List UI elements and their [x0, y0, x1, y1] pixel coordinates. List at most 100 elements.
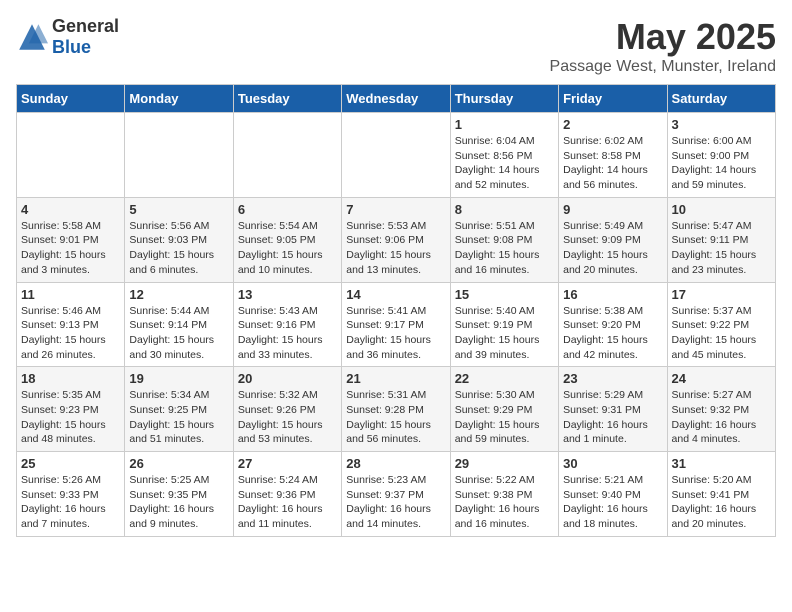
logo-general: General [52, 16, 119, 37]
day-info: Sunrise: 5:37 AMSunset: 9:22 PMDaylight:… [672, 304, 771, 363]
day-number: 8 [455, 202, 554, 217]
day-info: Sunrise: 5:41 AMSunset: 9:17 PMDaylight:… [346, 304, 445, 363]
calendar-table: SundayMondayTuesdayWednesdayThursdayFrid… [16, 84, 776, 537]
week-row-1: 1 Sunrise: 6:04 AMSunset: 8:56 PMDaylight… [17, 113, 776, 198]
day-number: 31 [672, 456, 771, 471]
calendar-cell: 7 Sunrise: 5:53 AMSunset: 9:06 PMDaylight… [342, 197, 450, 282]
day-info: Sunrise: 5:38 AMSunset: 9:20 PMDaylight:… [563, 304, 662, 363]
day-info: Sunrise: 5:30 AMSunset: 9:29 PMDaylight:… [455, 388, 554, 447]
day-info: Sunrise: 5:49 AMSunset: 9:09 PMDaylight:… [563, 219, 662, 278]
logo-blue: Blue [52, 37, 119, 58]
day-number: 2 [563, 117, 662, 132]
header-tuesday: Tuesday [233, 85, 341, 113]
calendar-cell: 4 Sunrise: 5:58 AMSunset: 9:01 PMDaylight… [17, 197, 125, 282]
calendar-cell: 21Sunrise: 5:31 AMSunset: 9:28 PMDayligh… [342, 367, 450, 452]
calendar-cell: 19Sunrise: 5:34 AMSunset: 9:25 PMDayligh… [125, 367, 233, 452]
week-row-2: 4 Sunrise: 5:58 AMSunset: 9:01 PMDaylight… [17, 197, 776, 282]
day-info: Sunrise: 6:04 AMSunset: 8:56 PMDaylight:… [455, 134, 554, 193]
day-info: Sunrise: 5:56 AMSunset: 9:03 PMDaylight:… [129, 219, 228, 278]
month-title: May 2025 [550, 16, 776, 58]
day-info: Sunrise: 5:24 AMSunset: 9:36 PMDaylight:… [238, 473, 337, 532]
week-row-5: 25 Sunrise: 5:26 AMSunset: 9:33 PMDayligh… [17, 452, 776, 537]
day-number: 20 [238, 371, 337, 386]
calendar-cell: 28Sunrise: 5:23 AMSunset: 9:37 PMDayligh… [342, 452, 450, 537]
day-info: Sunrise: 5:32 AMSunset: 9:26 PMDaylight:… [238, 388, 337, 447]
calendar-cell: 31Sunrise: 5:20 AMSunset: 9:41 PMDayligh… [667, 452, 775, 537]
day-number: 1 [455, 117, 554, 132]
day-info: Sunrise: 5:44 AMSunset: 9:14 PMDaylight:… [129, 304, 228, 363]
logo: General Blue [16, 16, 119, 58]
calendar-cell: 23Sunrise: 5:29 AMSunset: 9:31 PMDayligh… [559, 367, 667, 452]
header-saturday: Saturday [667, 85, 775, 113]
calendar-cell [342, 113, 450, 198]
calendar-cell: 9 Sunrise: 5:49 AMSunset: 9:09 PMDaylight… [559, 197, 667, 282]
day-info: Sunrise: 5:26 AMSunset: 9:33 PMDaylight:… [21, 473, 120, 532]
day-number: 16 [563, 287, 662, 302]
calendar-cell: 2Sunrise: 6:02 AMSunset: 8:58 PMDaylight… [559, 113, 667, 198]
calendar-cell: 1 Sunrise: 6:04 AMSunset: 8:56 PMDaylight… [450, 113, 558, 198]
calendar-cell: 30 Sunrise: 5:21 AMSunset: 9:40 PMDayligh… [559, 452, 667, 537]
calendar-cell: 27 Sunrise: 5:24 AMSunset: 9:36 PMDayligh… [233, 452, 341, 537]
day-number: 9 [563, 202, 662, 217]
calendar-cell: 5Sunrise: 5:56 AMSunset: 9:03 PMDaylight… [125, 197, 233, 282]
day-number: 25 [21, 456, 120, 471]
day-number: 28 [346, 456, 445, 471]
day-number: 7 [346, 202, 445, 217]
calendar-cell: 10 Sunrise: 5:47 AMSunset: 9:11 PMDayligh… [667, 197, 775, 282]
location: Passage West, Munster, Ireland [550, 58, 776, 76]
day-info: Sunrise: 5:40 AMSunset: 9:19 PMDaylight:… [455, 304, 554, 363]
week-row-3: 11 Sunrise: 5:46 AMSunset: 9:13 PMDayligh… [17, 282, 776, 367]
day-number: 10 [672, 202, 771, 217]
logo-text: General Blue [52, 16, 119, 58]
day-info: Sunrise: 5:22 AMSunset: 9:38 PMDaylight:… [455, 473, 554, 532]
day-info: Sunrise: 6:00 AMSunset: 9:00 PMDaylight:… [672, 134, 771, 193]
calendar-cell: 22Sunrise: 5:30 AMSunset: 9:29 PMDayligh… [450, 367, 558, 452]
day-number: 19 [129, 371, 228, 386]
calendar-cell: 18Sunrise: 5:35 AMSunset: 9:23 PMDayligh… [17, 367, 125, 452]
day-number: 13 [238, 287, 337, 302]
header-monday: Monday [125, 85, 233, 113]
calendar-cell: 13Sunrise: 5:43 AMSunset: 9:16 PMDayligh… [233, 282, 341, 367]
calendar-cell: 20 Sunrise: 5:32 AMSunset: 9:26 PMDayligh… [233, 367, 341, 452]
calendar-cell: 25 Sunrise: 5:26 AMSunset: 9:33 PMDayligh… [17, 452, 125, 537]
day-info: Sunrise: 5:53 AMSunset: 9:06 PMDaylight:… [346, 219, 445, 278]
day-number: 30 [563, 456, 662, 471]
header-thursday: Thursday [450, 85, 558, 113]
day-number: 4 [21, 202, 120, 217]
calendar-cell: 16 Sunrise: 5:38 AMSunset: 9:20 PMDayligh… [559, 282, 667, 367]
day-number: 3 [672, 117, 771, 132]
logo-icon [16, 21, 48, 53]
day-number: 17 [672, 287, 771, 302]
header-friday: Friday [559, 85, 667, 113]
day-info: Sunrise: 5:27 AMSunset: 9:32 PMDaylight:… [672, 388, 771, 447]
day-number: 23 [563, 371, 662, 386]
day-info: Sunrise: 5:46 AMSunset: 9:13 PMDaylight:… [21, 304, 120, 363]
day-info: Sunrise: 5:25 AMSunset: 9:35 PMDaylight:… [129, 473, 228, 532]
day-info: Sunrise: 5:21 AMSunset: 9:40 PMDaylight:… [563, 473, 662, 532]
calendar-cell: 24 Sunrise: 5:27 AMSunset: 9:32 PMDayligh… [667, 367, 775, 452]
day-number: 12 [129, 287, 228, 302]
title-block: May 2025 Passage West, Munster, Ireland [550, 16, 776, 76]
calendar-cell [17, 113, 125, 198]
header-sunday: Sunday [17, 85, 125, 113]
week-row-4: 18Sunrise: 5:35 AMSunset: 9:23 PMDayligh… [17, 367, 776, 452]
calendar-cell: 3 Sunrise: 6:00 AMSunset: 9:00 PMDaylight… [667, 113, 775, 198]
day-number: 11 [21, 287, 120, 302]
calendar-header-row: SundayMondayTuesdayWednesdayThursdayFrid… [17, 85, 776, 113]
day-info: Sunrise: 5:54 AMSunset: 9:05 PMDaylight:… [238, 219, 337, 278]
calendar-cell: 26Sunrise: 5:25 AMSunset: 9:35 PMDayligh… [125, 452, 233, 537]
calendar-cell: 6Sunrise: 5:54 AMSunset: 9:05 PMDaylight… [233, 197, 341, 282]
day-number: 18 [21, 371, 120, 386]
day-number: 15 [455, 287, 554, 302]
day-number: 27 [238, 456, 337, 471]
day-number: 24 [672, 371, 771, 386]
day-info: Sunrise: 5:58 AMSunset: 9:01 PMDaylight:… [21, 219, 120, 278]
day-info: Sunrise: 5:51 AMSunset: 9:08 PMDaylight:… [455, 219, 554, 278]
calendar-cell: 15 Sunrise: 5:40 AMSunset: 9:19 PMDayligh… [450, 282, 558, 367]
day-number: 14 [346, 287, 445, 302]
day-number: 29 [455, 456, 554, 471]
page-header: General Blue May 2025 Passage West, Muns… [16, 16, 776, 76]
day-info: Sunrise: 5:47 AMSunset: 9:11 PMDaylight:… [672, 219, 771, 278]
calendar-cell [125, 113, 233, 198]
calendar-cell: 29 Sunrise: 5:22 AMSunset: 9:38 PMDayligh… [450, 452, 558, 537]
